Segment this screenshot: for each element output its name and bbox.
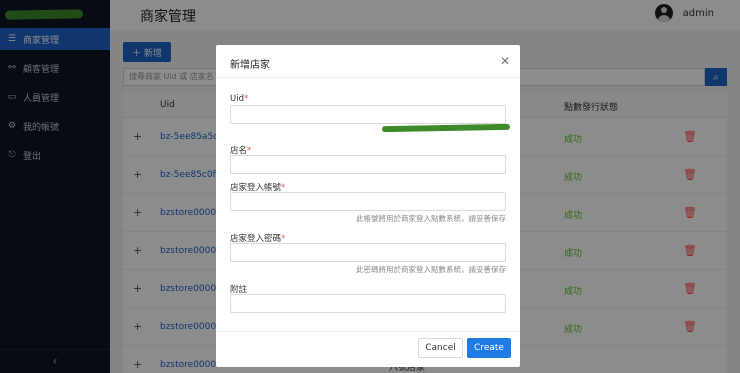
note-field[interactable]	[230, 294, 506, 313]
account-field[interactable]	[230, 192, 506, 211]
divider	[216, 77, 520, 78]
close-icon[interactable]: ✕	[500, 54, 510, 68]
divider	[216, 331, 520, 332]
dialog-title: 新增店家	[230, 60, 270, 71]
add-merchant-dialog: 新增店家 ✕ Uid* 店名* 店家登入帳號* 此帳號將用於商家登入點數系統，請…	[216, 45, 520, 367]
password-help-text: 此密碼將用於商家登入點數系統，請妥善保存	[356, 265, 506, 274]
account-help-text: 此帳號將用於商家登入點數系統，請妥善保存	[356, 214, 506, 223]
create-button[interactable]: Create	[467, 338, 511, 358]
uid-label: Uid*	[230, 94, 249, 104]
cancel-button[interactable]: Cancel	[418, 338, 463, 358]
redaction-scribble	[381, 123, 511, 133]
password-field[interactable]	[230, 243, 506, 262]
uid-field[interactable]	[230, 105, 506, 124]
store-name-field[interactable]	[230, 155, 506, 174]
